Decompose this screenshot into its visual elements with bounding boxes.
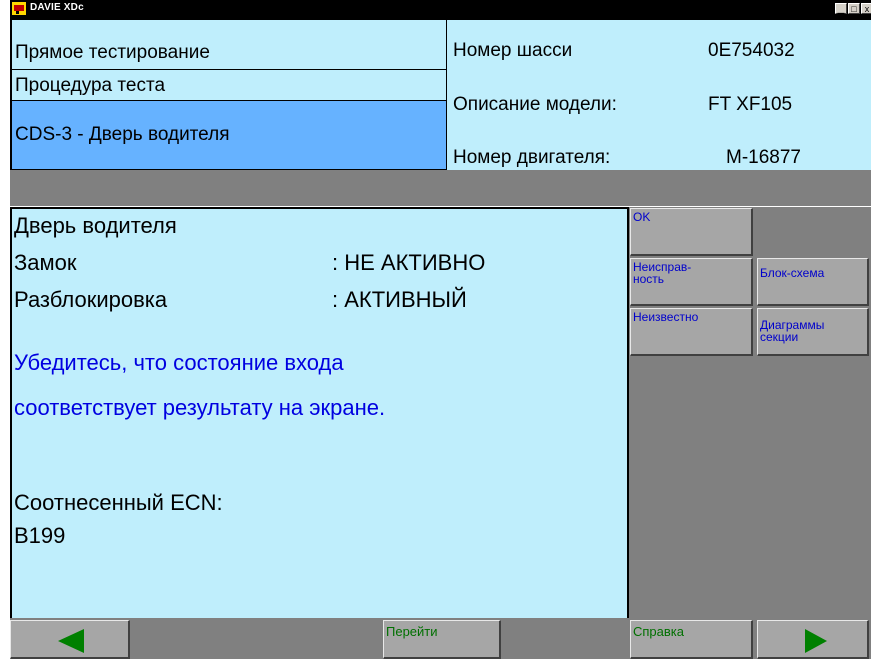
block-diagram-button[interactable]: Блок-схема (757, 258, 869, 306)
unknown-button[interactable]: Неизвестно (630, 308, 753, 356)
model-value: FT XF105 (708, 94, 793, 115)
help-button[interactable]: Справка (630, 620, 753, 659)
procedure-label: Процедура теста (15, 75, 166, 96)
ok-button[interactable]: OK (630, 208, 753, 256)
header-procedure-cell: Процедура теста (10, 70, 447, 101)
ok-button-label: OK (633, 210, 651, 224)
section-diagrams-button[interactable]: Диаграммы секции (757, 308, 869, 356)
maximize-button[interactable]: □ (848, 3, 860, 14)
model-label: Описание модели: (453, 94, 617, 115)
chassis-value: 0E754032 (708, 40, 795, 61)
test-result-panel: Дверь водителя Замок : НЕ АКТИВНО Разбло… (10, 207, 629, 618)
instruction-line-1: Убедитесь, что состояние входа (14, 350, 344, 375)
component-heading: Дверь водителя (14, 213, 177, 238)
unknown-button-label: Неизвестно (633, 310, 699, 324)
test-name: CDS-3 - Дверь водителя (15, 124, 230, 145)
minimize-button[interactable]: ▁ (835, 3, 847, 14)
separator-band (10, 170, 871, 206)
unlock-label: Разблокировка (14, 287, 168, 312)
goto-button[interactable]: Перейти (383, 620, 501, 659)
lock-status: : НЕ АКТИВНО (332, 250, 486, 275)
mode-label: Прямое тестирование (15, 42, 210, 63)
next-button[interactable] (757, 620, 869, 659)
instruction-line-2: соответствует результату на экране. (14, 395, 386, 420)
fault-button-line-2: ность (633, 272, 665, 286)
goto-button-label: Перейти (386, 624, 438, 639)
window-title: DAVIE XDc (30, 2, 84, 13)
ecn-label: Соотнесенный ECN: (14, 490, 223, 515)
header-vehicle-info: Номер шасси 0E754032 Описание модели: FT… (447, 18, 871, 170)
arrow-right-icon (805, 629, 827, 653)
ecn-value: B199 (14, 523, 66, 548)
previous-button[interactable] (10, 620, 130, 659)
help-button-label: Справка (633, 624, 684, 639)
engine-label: Номер двигателя: (453, 147, 611, 168)
close-button[interactable]: x (861, 3, 871, 14)
lock-label: Замок (14, 250, 77, 275)
fault-button[interactable]: Неисправ- ность (630, 258, 753, 306)
block-diagram-button-label: Блок-схема (760, 266, 825, 280)
header-mode-cell: Прямое тестирование (10, 18, 447, 70)
app-icon (12, 2, 26, 15)
section-diagrams-line-2: секции (760, 330, 799, 344)
window-title-bar: DAVIE XDc ▁ □ x (10, 0, 871, 18)
arrow-left-icon (58, 629, 84, 653)
header-test-cell: CDS-3 - Дверь водителя (10, 101, 447, 170)
engine-value: M-16877 (726, 147, 801, 168)
unlock-status: : АКТИВНЫЙ (332, 287, 467, 312)
chassis-label: Номер шасси (453, 40, 573, 61)
